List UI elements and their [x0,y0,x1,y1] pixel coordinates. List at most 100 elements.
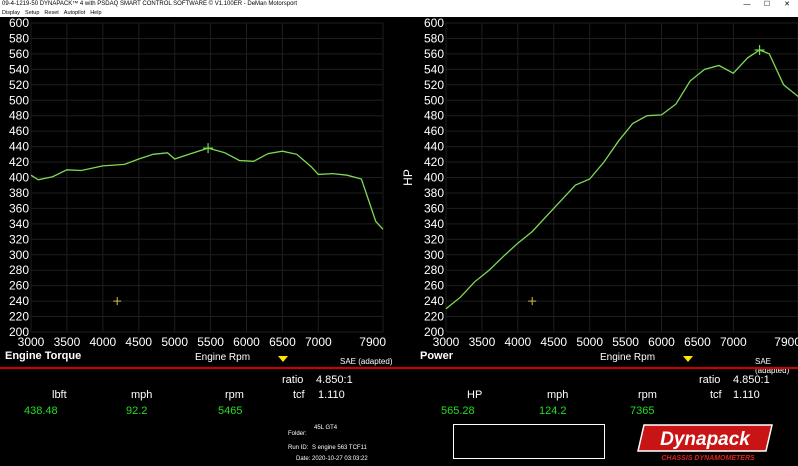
left-tcf-value: 1.110 [318,389,345,401]
torque-y-tick-label: 460 [9,124,29,138]
power-x-tick-label: 4000 [504,335,531,349]
menu-reset[interactable]: Reset [44,9,58,17]
torque-cursor-marker [203,143,214,154]
torque-y-tick-label: 380 [9,186,29,200]
power-x-tick-label: 3500 [469,335,496,349]
torque-y-tick-label: 240 [9,294,29,308]
torque-y-tick-label: 420 [9,155,29,169]
torque-x-tick-label: 5000 [161,335,188,349]
power-x-tick-label: 5500 [612,335,639,349]
left-col2-value: 92.2 [126,405,148,417]
folder-label: Folder: [288,431,307,437]
power-axis-dropdown-icon[interactable] [682,355,694,363]
window-titlebar: 09-4-1219-50 DYNAPACK™ 4 with PSDAQ SMAR… [0,0,798,9]
close-button[interactable]: ✕ [780,0,794,9]
folder-value: 45L GT4 [314,425,338,431]
torque-y-tick-label: 220 [9,310,29,324]
power-x-tick-label: 6500 [684,335,711,349]
torque-x-tick-label: 6500 [269,335,296,349]
torque-x-axis-title: Engine Rpm [195,352,251,363]
torque-chart-panel: 3000 3500 4000 4500 5000 5500 6000 6500 7000 7900… [0,17,400,367]
right-col1-label: HP [467,389,483,401]
power-y-tick-label: 220 [424,310,444,324]
torque-x-tick-label: 4500 [125,335,152,349]
torque-x-tick-label: 5500 [197,335,224,349]
torque-y-tick-label: 440 [9,140,29,154]
power-y-tick-label: 360 [424,201,444,215]
power-y-tick-label: 600 [424,17,444,30]
power-y-tick-label: 540 [424,62,444,76]
torque-x-tick-label: 4000 [89,335,116,349]
power-x-tick-label: 5000 [576,335,603,349]
torque-x-tick-label: 7900 [359,335,386,349]
blank-display-box [453,424,605,459]
power-reference-marker [528,297,537,306]
power-y-tick-label: 500 [424,93,444,107]
torque-y-tick-label: 300 [9,248,29,262]
power-chart[interactable]: 3000 3500 4000 4500 5000 5500 6000 6500 7000 7900… [398,17,798,367]
torque-y-tick-label: 480 [9,109,29,123]
left-ratio-value: 4.850:1 [316,374,353,386]
power-chart-panel: 3000 3500 4000 4500 5000 5500 6000 6500 7000 7900… [398,17,798,375]
power-y-tick-label: 320 [424,232,444,246]
power-x-tick-label: 4500 [540,335,567,349]
torque-x-tick-label: 6000 [233,335,260,349]
torque-panel-title: Engine Torque [5,350,82,362]
menu-autopilot[interactable]: Autopilot [64,9,85,17]
power-panel-title: Power [420,350,454,362]
right-col3-value: 7365 [630,405,655,417]
run-id-label: Run ID: [288,445,309,451]
left-tcf-label: tcf [293,389,305,401]
torque-x-tick-label: 7000 [305,335,332,349]
torque-axis-dropdown-icon[interactable] [277,355,289,363]
logo-tagline: CHASSIS DYNAMOMETERS [661,455,755,462]
menu-help[interactable]: Help [90,9,101,17]
right-col3-label: rpm [638,389,657,401]
left-ratio-label: ratio [282,374,304,386]
power-y-tick-label: 300 [424,248,444,262]
power-x-axis-title: Engine Rpm [600,352,656,363]
torque-y-tick-label: 320 [9,232,29,246]
right-tcf-value: 1.110 [733,389,760,401]
right-ratio-label: ratio [699,374,721,386]
power-sae-label: SAE (adapted) [755,357,790,375]
dynapack-logo: Dynapack CHASSIS DYNAMOMETERS [637,424,773,462]
power-y-tick-label: 200 [424,325,444,339]
right-col2-value: 124.2 [539,405,567,417]
torque-y-tick-label: 200 [9,325,29,339]
power-y-tick-label: 340 [424,217,444,231]
power-y-tick-label: 380 [424,186,444,200]
power-y-axis-title: HP [401,169,415,186]
torque-curve [30,147,384,230]
power-y-tick-label: 280 [424,263,444,277]
torque-y-tick-label: 280 [9,263,29,277]
power-y-tick-label: 400 [424,171,444,185]
date-value: 2020-10-27 03:03:22 [312,456,368,462]
right-col1-value: 565.28 [441,405,475,417]
power-y-tick-label: 480 [424,109,444,123]
torque-y-tick-label: 360 [9,201,29,215]
power-x-tick-label: 7900 [774,335,798,349]
torque-chart[interactable]: 3000 3500 4000 4500 5000 5500 6000 6500 7000 7900… [0,17,400,367]
run-id-value: S engine 563 TCF11 [312,445,367,451]
torque-y-tick-label: 600 [9,17,29,30]
left-col3-value: 5465 [218,405,243,417]
right-col2-label: mph [547,389,569,401]
left-col3-label: rpm [225,389,244,401]
torque-y-tick-label: 540 [9,62,29,76]
power-y-tick-label: 420 [424,155,444,169]
power-y-tick-label: 440 [424,140,444,154]
torque-reference-marker [113,297,122,306]
menu-display[interactable]: Display [2,9,20,17]
power-y-tick-label: 260 [424,279,444,293]
torque-y-tick-label: 500 [9,93,29,107]
left-col2-label: mph [131,389,153,401]
power-y-tick-label: 240 [424,294,444,308]
maximize-button[interactable]: ☐ [760,0,774,9]
power-x-tick-label: 7000 [720,335,747,349]
torque-y-tick-label: 520 [9,78,29,92]
right-tcf-label: tcf [710,389,722,401]
menu-setup[interactable]: Setup [25,9,39,17]
minimize-button[interactable]: — [740,0,754,9]
power-x-tick-label: 6000 [648,335,675,349]
